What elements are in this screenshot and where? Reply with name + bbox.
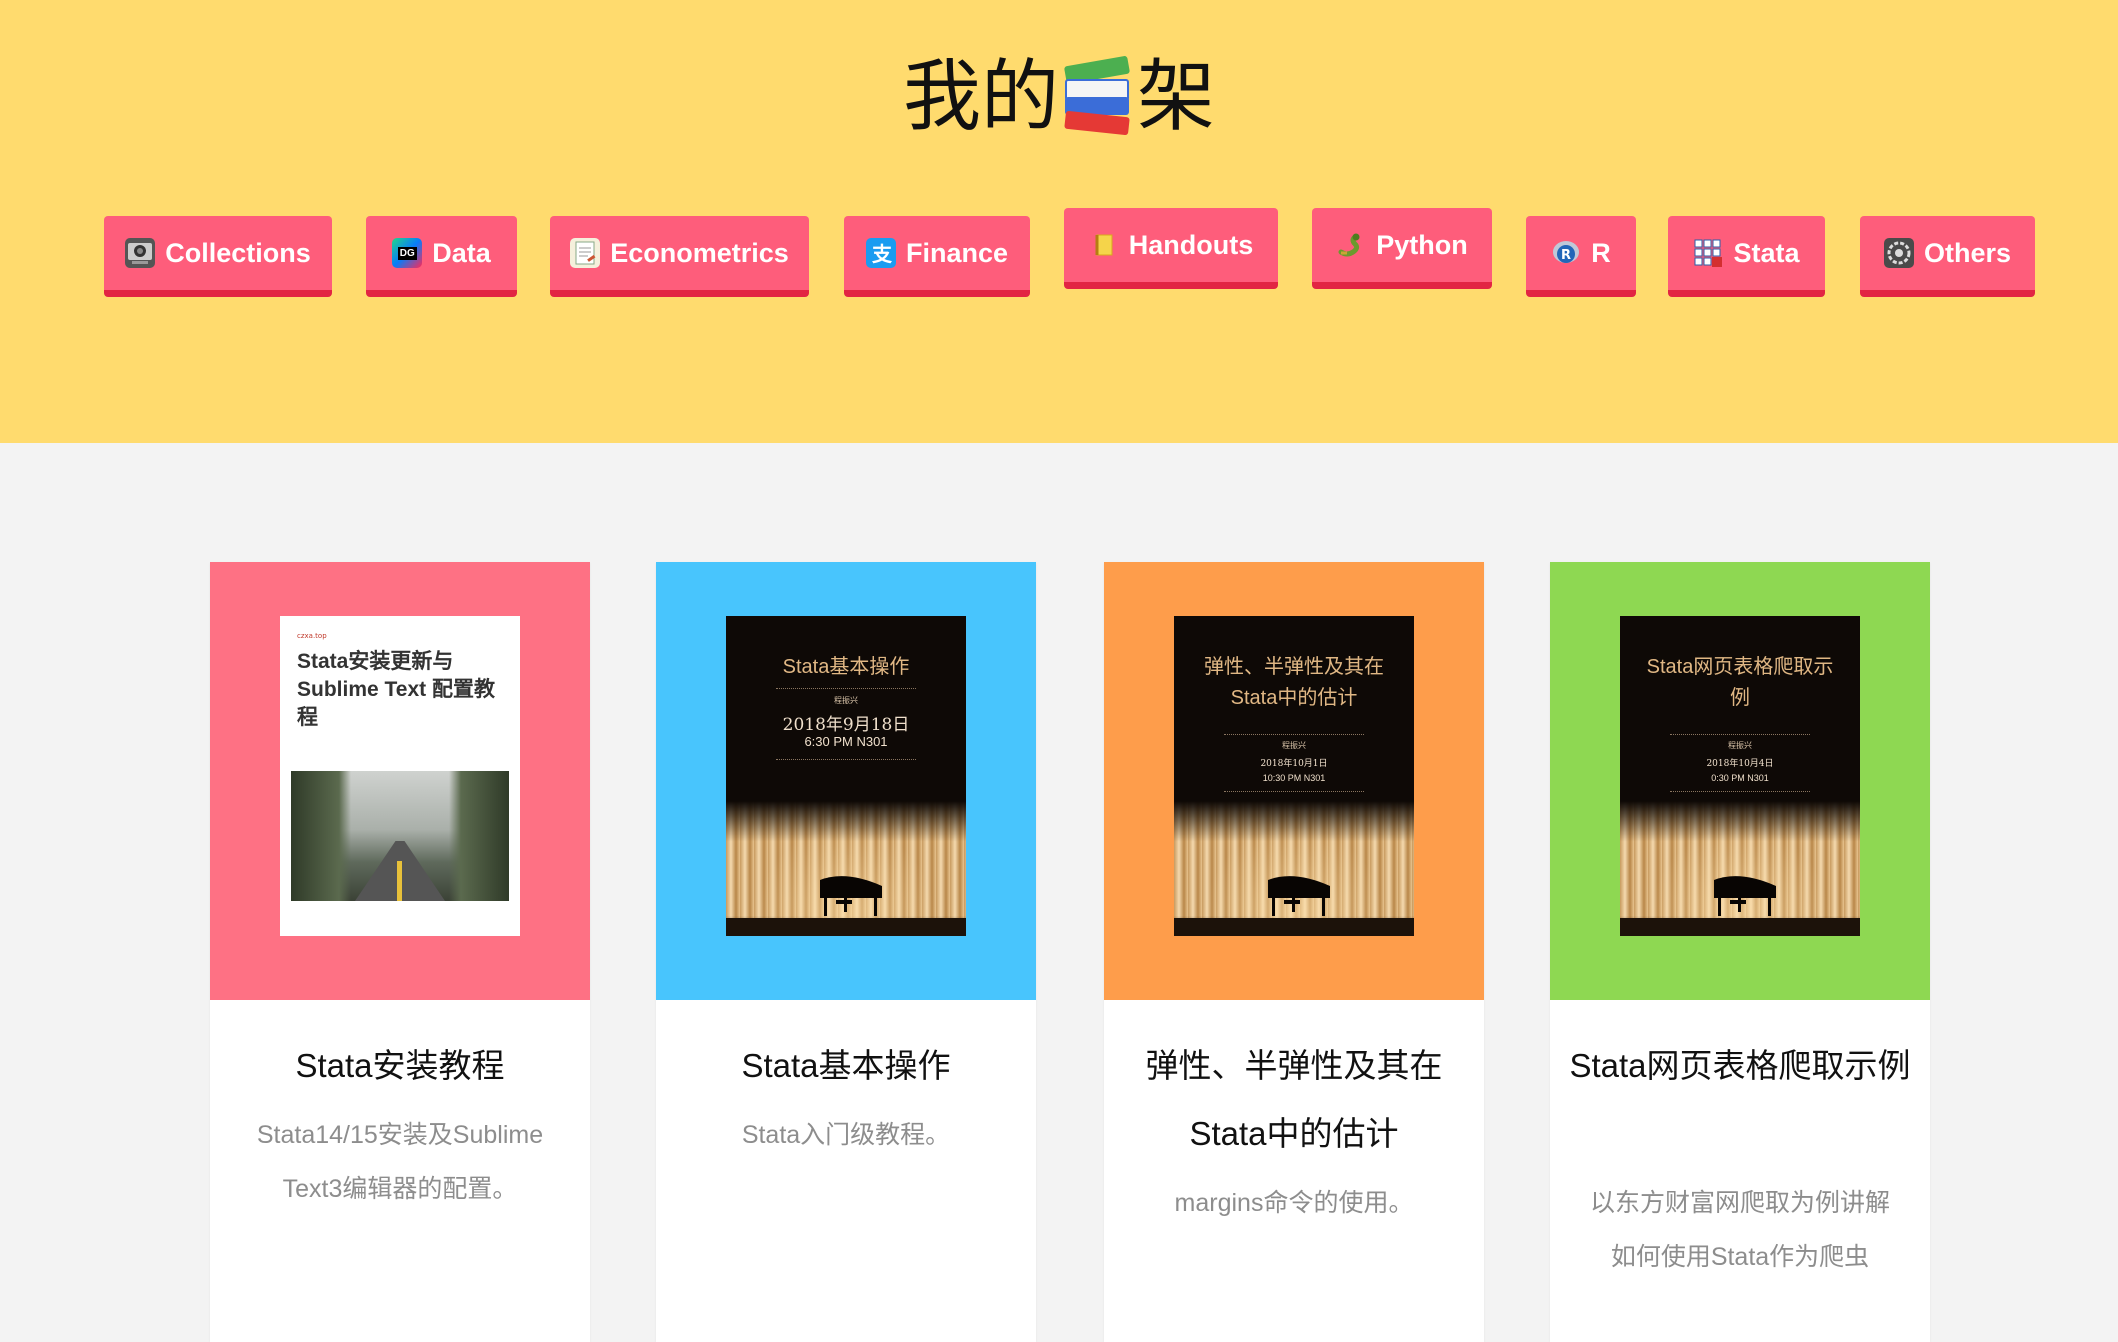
nav-label: Finance: [905, 237, 1009, 268]
notepad-icon: [570, 238, 601, 268]
datagrip-icon: DG: [392, 238, 423, 268]
site-title: 我的架: [0, 42, 2118, 152]
nav-button-collections[interactable]: Collections: [104, 216, 332, 297]
card-web-scraping[interactable]: Stata网页表格爬取示例 程振兴 2018年10月4日 0:30 PM N30…: [1550, 562, 1930, 1342]
card-cover-area: 弹性、半弹性及其在Stata中的估计 程振兴 2018年10月1日 10:30 …: [1104, 562, 1484, 1000]
card-description: Stata14/15安装及Sublime Text3编辑器的配置。: [256, 1121, 544, 1203]
snake-icon: [1336, 230, 1366, 260]
r-logo-icon: R: [1551, 238, 1581, 268]
nav-label: R: [1591, 237, 1611, 268]
nav-button-r[interactable]: R R: [1526, 216, 1636, 297]
nav-label: Python: [1376, 229, 1468, 260]
cover-time: 0:30 PM N301: [1711, 773, 1769, 783]
nav-button-handouts[interactable]: Handouts: [1064, 208, 1278, 289]
books-emoji-icon: [1063, 55, 1133, 136]
cover-site: czxa.top: [297, 632, 327, 640]
cover-title: 弹性、半弹性及其在Stata中的估计: [1204, 656, 1384, 709]
nav-button-data[interactable]: DG Data: [366, 216, 517, 297]
cover-author: 程振兴: [1728, 741, 1752, 750]
site-title-right: 架: [1137, 52, 1216, 142]
cover-time: 6:30 PM N301: [804, 734, 888, 749]
header-banner: 我的架 Collections DG Data Econometrics 支 F…: [0, 0, 2118, 443]
forest-road-photo: [291, 771, 509, 901]
card-description: Stata入门级教程。: [741, 1121, 951, 1149]
card-cover-area: czxa.top Stata安装更新与 Sublime Text 配置教程: [210, 562, 590, 1000]
piano-icon: [1268, 876, 1330, 916]
nav-label: Others: [1923, 237, 2012, 268]
card-description: margins命令的使用。: [1174, 1189, 1414, 1217]
svg-text:支: 支: [872, 242, 893, 266]
nav-button-econometrics[interactable]: Econometrics: [550, 216, 809, 297]
nav-button-others[interactable]: Others: [1860, 216, 2035, 297]
card-stata-install[interactable]: czxa.top Stata安装更新与 Sublime Text 配置教程 St…: [210, 562, 590, 1342]
notebook-icon: [1089, 230, 1119, 260]
cover-image[interactable]: 弹性、半弹性及其在Stata中的估计 程振兴 2018年10月1日 10:30 …: [1174, 616, 1414, 936]
card-cover-area: Stata网页表格爬取示例 程振兴 2018年10月4日 0:30 PM N30…: [1550, 562, 1930, 1000]
cover-time: 10:30 PM N301: [1262, 773, 1326, 783]
nav-label: Collections: [165, 237, 311, 268]
nav-button-python[interactable]: Python: [1312, 208, 1492, 289]
cover-date: 2018年10月1日: [1260, 759, 1328, 769]
cover-author: 程振兴: [1282, 741, 1306, 750]
card-title[interactable]: Stata基本操作: [671, 1032, 1021, 1100]
cover-date: 2018年9月18日: [782, 715, 910, 735]
stata-icon: [1693, 238, 1723, 268]
site-title-left: 我的: [902, 52, 1059, 142]
card-title[interactable]: Stata安装教程: [225, 1032, 575, 1100]
nav-button-finance[interactable]: 支 Finance: [844, 216, 1030, 297]
nav-label: Stata: [1733, 237, 1800, 268]
cover-image[interactable]: czxa.top Stata安装更新与 Sublime Text 配置教程: [280, 616, 520, 936]
nav-label: Econometrics: [610, 237, 789, 268]
nav-label: Handouts: [1128, 229, 1254, 260]
card-description: 以东方财富网爬取为例讲解如何使用Stata作为爬虫: [1589, 1189, 1890, 1271]
card-stata-basics[interactable]: Stata基本操作 程振兴 2018年9月18日 6:30 PM N301 St…: [656, 562, 1036, 1342]
card-cover-area: Stata基本操作 程振兴 2018年9月18日 6:30 PM N301: [656, 562, 1036, 1000]
cover-image[interactable]: Stata网页表格爬取示例 程振兴 2018年10月4日 0:30 PM N30…: [1620, 616, 1860, 936]
cover-image[interactable]: Stata基本操作 程振兴 2018年9月18日 6:30 PM N301: [726, 616, 966, 936]
piano-icon: [820, 876, 882, 916]
alipay-icon: 支: [865, 238, 896, 268]
cover-title: Stata网页表格爬取示例: [1646, 656, 1834, 709]
card-title[interactable]: Stata网页表格爬取示例: [1565, 1032, 1915, 1100]
cover-title: Stata安装更新与 Sublime Text 配置教程: [297, 650, 495, 729]
cover-author: 程振兴: [834, 696, 858, 705]
cover-date: 2018年10月4日: [1706, 759, 1774, 769]
nav-label: Data: [432, 237, 491, 268]
collections-icon: [125, 238, 156, 268]
cover-title: Stata基本操作: [782, 656, 910, 678]
card-title[interactable]: 弹性、半弹性及其在Stata中的估计: [1119, 1032, 1469, 1168]
svg-text:R: R: [1561, 248, 1571, 263]
piano-icon: [1714, 876, 1776, 916]
card-elasticity[interactable]: 弹性、半弹性及其在Stata中的估计 程振兴 2018年10月1日 10:30 …: [1104, 562, 1484, 1342]
settings-icon: [1883, 238, 1914, 268]
nav-button-stata[interactable]: Stata: [1668, 216, 1825, 297]
